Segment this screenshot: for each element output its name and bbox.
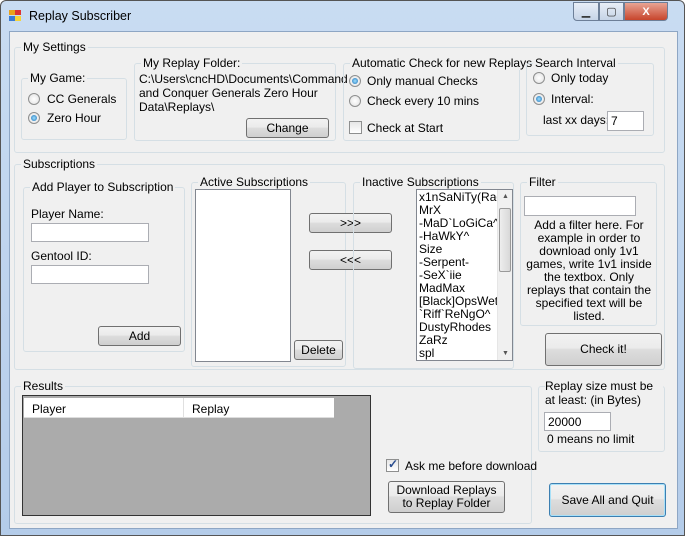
my-settings-label: My Settings	[21, 40, 88, 54]
save-all-quit-button[interactable]: Save All and Quit	[549, 483, 666, 517]
cc-generals-radio[interactable]	[28, 93, 40, 105]
player-name-input[interactable]	[31, 223, 149, 242]
inactive-subscriptions-list[interactable]: x1nSaNiTy(Rag MrX -MaD`LoGiCa^ -HaWkY^ Size -…	[416, 189, 513, 361]
scroll-down-icon[interactable]: ▼	[502, 350, 509, 357]
player-name-label: Player Name:	[31, 207, 104, 221]
check-10-mins-radio[interactable]	[349, 95, 361, 107]
results-grid[interactable]: Player Replay	[22, 395, 371, 516]
close-button[interactable]: X	[624, 2, 668, 21]
check-at-start-label: Check at Start	[367, 121, 444, 135]
player-column-header[interactable]: Player	[24, 398, 184, 417]
auto-check-label: Automatic Check for new Replays	[350, 56, 535, 70]
replay-folder-label: My Replay Folder:	[141, 56, 243, 70]
days-label: last xx days:	[543, 113, 610, 127]
change-folder-button[interactable]: Change	[246, 118, 329, 138]
check-10-mins-label: Check every 10 mins	[367, 94, 480, 108]
interval-label: Interval:	[551, 92, 594, 106]
my-game-label: My Game:	[28, 71, 88, 85]
gentool-id-input[interactable]	[31, 265, 149, 284]
replay-folder-path: C:\Users\cncHD\Documents\Command and Con…	[139, 72, 348, 114]
window-title: Replay Subscriber	[29, 9, 132, 23]
only-manual-label: Only manual Checks	[367, 74, 478, 88]
my-game-group: My Game:	[21, 71, 127, 140]
only-today-label: Only today	[551, 71, 609, 85]
only-manual-radio[interactable]	[349, 75, 361, 87]
download-replays-button[interactable]: Download Replays to Replay Folder	[388, 481, 505, 513]
filter-input[interactable]	[524, 196, 636, 216]
replay-size-label: Replay size must be at least: (in Bytes)	[545, 379, 663, 407]
filter-help-text: Add a filter here. For example in order …	[526, 218, 652, 323]
inactive-subscription-item[interactable]: spl	[419, 347, 503, 360]
active-subscriptions-list[interactable]	[195, 189, 291, 362]
maximize-button[interactable]: ▢	[599, 2, 624, 21]
gentool-id-label: Gentool ID:	[31, 249, 92, 263]
only-today-radio[interactable]	[533, 72, 545, 84]
delete-button[interactable]: Delete	[294, 340, 343, 360]
add-button[interactable]: Add	[98, 326, 181, 346]
filter-label: Filter	[527, 175, 558, 189]
scroll-up-icon[interactable]: ▲	[502, 193, 509, 200]
replay-size-note: 0 means no limit	[547, 432, 635, 446]
app-icon	[9, 10, 22, 22]
results-label: Results	[21, 379, 66, 393]
replay-size-input[interactable]: 20000	[544, 412, 611, 431]
inactive-subscriptions-label: Inactive Subscriptions	[360, 175, 481, 189]
minimize-button[interactable]: ▁	[573, 2, 599, 21]
interval-radio[interactable]	[533, 93, 545, 105]
zero-hour-label: Zero Hour	[47, 111, 102, 125]
app-window: Replay Subscriber ▁ ▢ X My Settings My G…	[0, 0, 685, 536]
ask-before-download-checkbox[interactable]	[386, 457, 399, 472]
subscriptions-label: Subscriptions	[21, 157, 98, 171]
zero-hour-radio[interactable]	[28, 112, 40, 124]
days-input[interactable]: 7	[607, 111, 644, 131]
ask-before-download-label: Ask me before download	[405, 459, 538, 473]
active-subscriptions-label: Active Subscriptions	[198, 175, 311, 189]
scrollbar-thumb[interactable]	[499, 208, 511, 272]
cc-generals-label: CC Generals	[47, 92, 117, 106]
list-scrollbar[interactable]: ▲ ▼	[497, 190, 512, 360]
search-interval-label: Search Interval	[533, 56, 618, 70]
check-at-start-checkbox[interactable]	[349, 121, 362, 134]
check-it-button[interactable]: Check it!	[545, 333, 662, 366]
replay-column-header[interactable]: Replay	[184, 398, 237, 417]
add-player-label: Add Player to Subscription	[30, 180, 176, 194]
